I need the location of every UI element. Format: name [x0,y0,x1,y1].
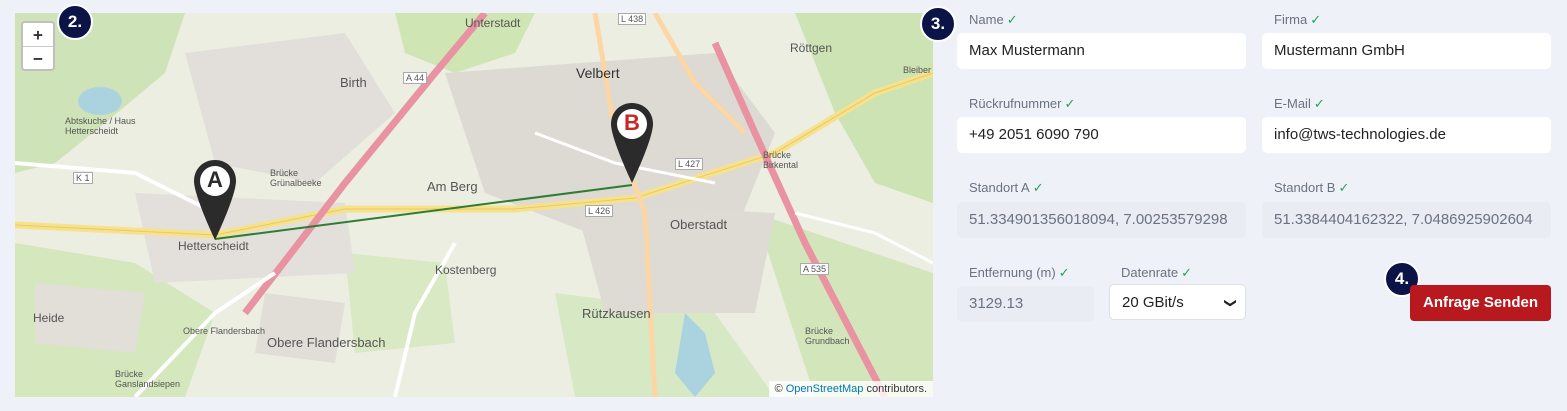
label-oberstadt: Oberstadt [670,217,728,232]
site-b-label: Standort B ✓ [1274,180,1349,196]
label-abtskuche: Abtskuche / Haus Hetterscheidt [65,116,136,136]
label-heide: Heide [33,311,65,325]
label-l426: L 426 [585,205,614,217]
callback-number-input[interactable]: +49 2051 6090 790 [957,117,1246,153]
datarate-value: 20 GBit/s [1122,294,1184,311]
check-icon: ✓ [1032,180,1044,195]
datarate-label: Datenrate ✓ [1121,265,1192,281]
check-icon: ✓ [1181,265,1192,280]
site-a-label: Standort A ✓ [969,180,1044,196]
marker-a-letter: A [207,167,223,192]
label-a535: A 535 [800,263,830,275]
zoom-out-button[interactable]: − [23,46,53,69]
label-kostenberg: Kostenberg [435,263,497,277]
email-input[interactable]: info@tws-technologies.de [1262,117,1551,153]
site-a-input: 51.334901356018094, 7.00253579298 [957,202,1246,238]
label-bleiber: Bleiber [903,65,932,75]
company-label-text: Firma [1274,12,1308,27]
check-icon: ✓ [1006,12,1018,27]
marker-b[interactable]: B [609,101,655,185]
check-icon: ✓ [1310,12,1322,27]
site-b-input: 51.3384404162322, 7.0486925902604 [1262,202,1551,238]
step-badge-map: 2. [57,4,93,40]
site-b-label-text: Standort B [1274,180,1336,195]
zoom-control: + − [21,21,55,71]
map-labels: Unterstadt Velbert Birth Röttgen Bleiber… [15,13,933,397]
label-velbert: Velbert [576,65,620,81]
distance-label-text: Entfernung (m) [969,265,1056,280]
check-icon: ✓ [1338,180,1350,195]
label-a44: A 44 [403,72,428,84]
label-bruecke-grundbach: Brücke Grundbach [805,326,850,346]
label-k1: K 1 [73,172,93,184]
map-attribution: © OpenStreetMap contributors. [768,381,933,397]
label-birth: Birth [340,75,367,90]
zoom-in-button[interactable]: + [23,23,53,46]
label-obere-flandersbach-small: Obere Flandersbach [183,326,266,336]
label-rottgen: Röttgen [790,41,833,55]
email-label-text: E-Mail [1274,96,1311,111]
map[interactable]: Unterstadt Velbert Birth Röttgen Bleiber… [15,13,933,397]
callback-label: Rückrufnummer ✓ [969,96,1075,112]
label-obere-flandersbach: Obere Flandersbach [267,335,386,350]
email-label: E-Mail ✓ [1274,96,1325,112]
label-bruecke-grunalbeeke: Brücke Grünalbeeke [270,168,322,188]
datarate-select[interactable]: 20 GBit/s ❯ [1109,284,1246,320]
check-icon: ✓ [1058,265,1070,280]
name-input[interactable]: Max Mustermann [957,33,1246,69]
site-a-label-text: Standort A [969,180,1030,195]
name-label: Name ✓ [969,12,1018,28]
send-request-button[interactable]: Anfrage Senden [1410,285,1551,321]
distance-input: 3129.13 [957,286,1094,322]
check-icon: ✓ [1064,96,1076,111]
page: Unterstadt Velbert Birth Röttgen Bleiber… [0,0,1567,411]
callback-label-text: Rückrufnummer [969,96,1062,111]
step-badge-form: 3. [920,6,956,42]
check-icon: ✓ [1313,96,1325,111]
chevron-down-icon: ❯ [1223,297,1238,309]
marker-b-letter: B [624,110,640,135]
datarate-label-text: Datenrate [1121,265,1179,280]
company-input[interactable]: Mustermann GmbH [1262,33,1551,69]
name-label-text: Name [969,12,1004,27]
label-rutzkausen: Rützkausen [582,306,651,321]
label-l438: L 438 [618,13,647,25]
openstreetmap-link[interactable]: OpenStreetMap [786,383,864,395]
label-bruecke-birkental: Brücke Birkental [763,150,799,170]
company-label: Firma ✓ [1274,12,1321,28]
label-l427: L 427 [675,158,704,170]
copyright-symbol: © [774,383,783,395]
label-unterstadt: Unterstadt [465,16,521,30]
marker-a[interactable]: A [192,158,238,242]
label-bruecke-ganslandsiepen: Brücke Ganslandsiepen [115,369,181,389]
label-am-berg: Am Berg [427,179,478,194]
attribution-suffix: contributors. [866,383,927,395]
distance-label: Entfernung (m) ✓ [969,265,1070,281]
